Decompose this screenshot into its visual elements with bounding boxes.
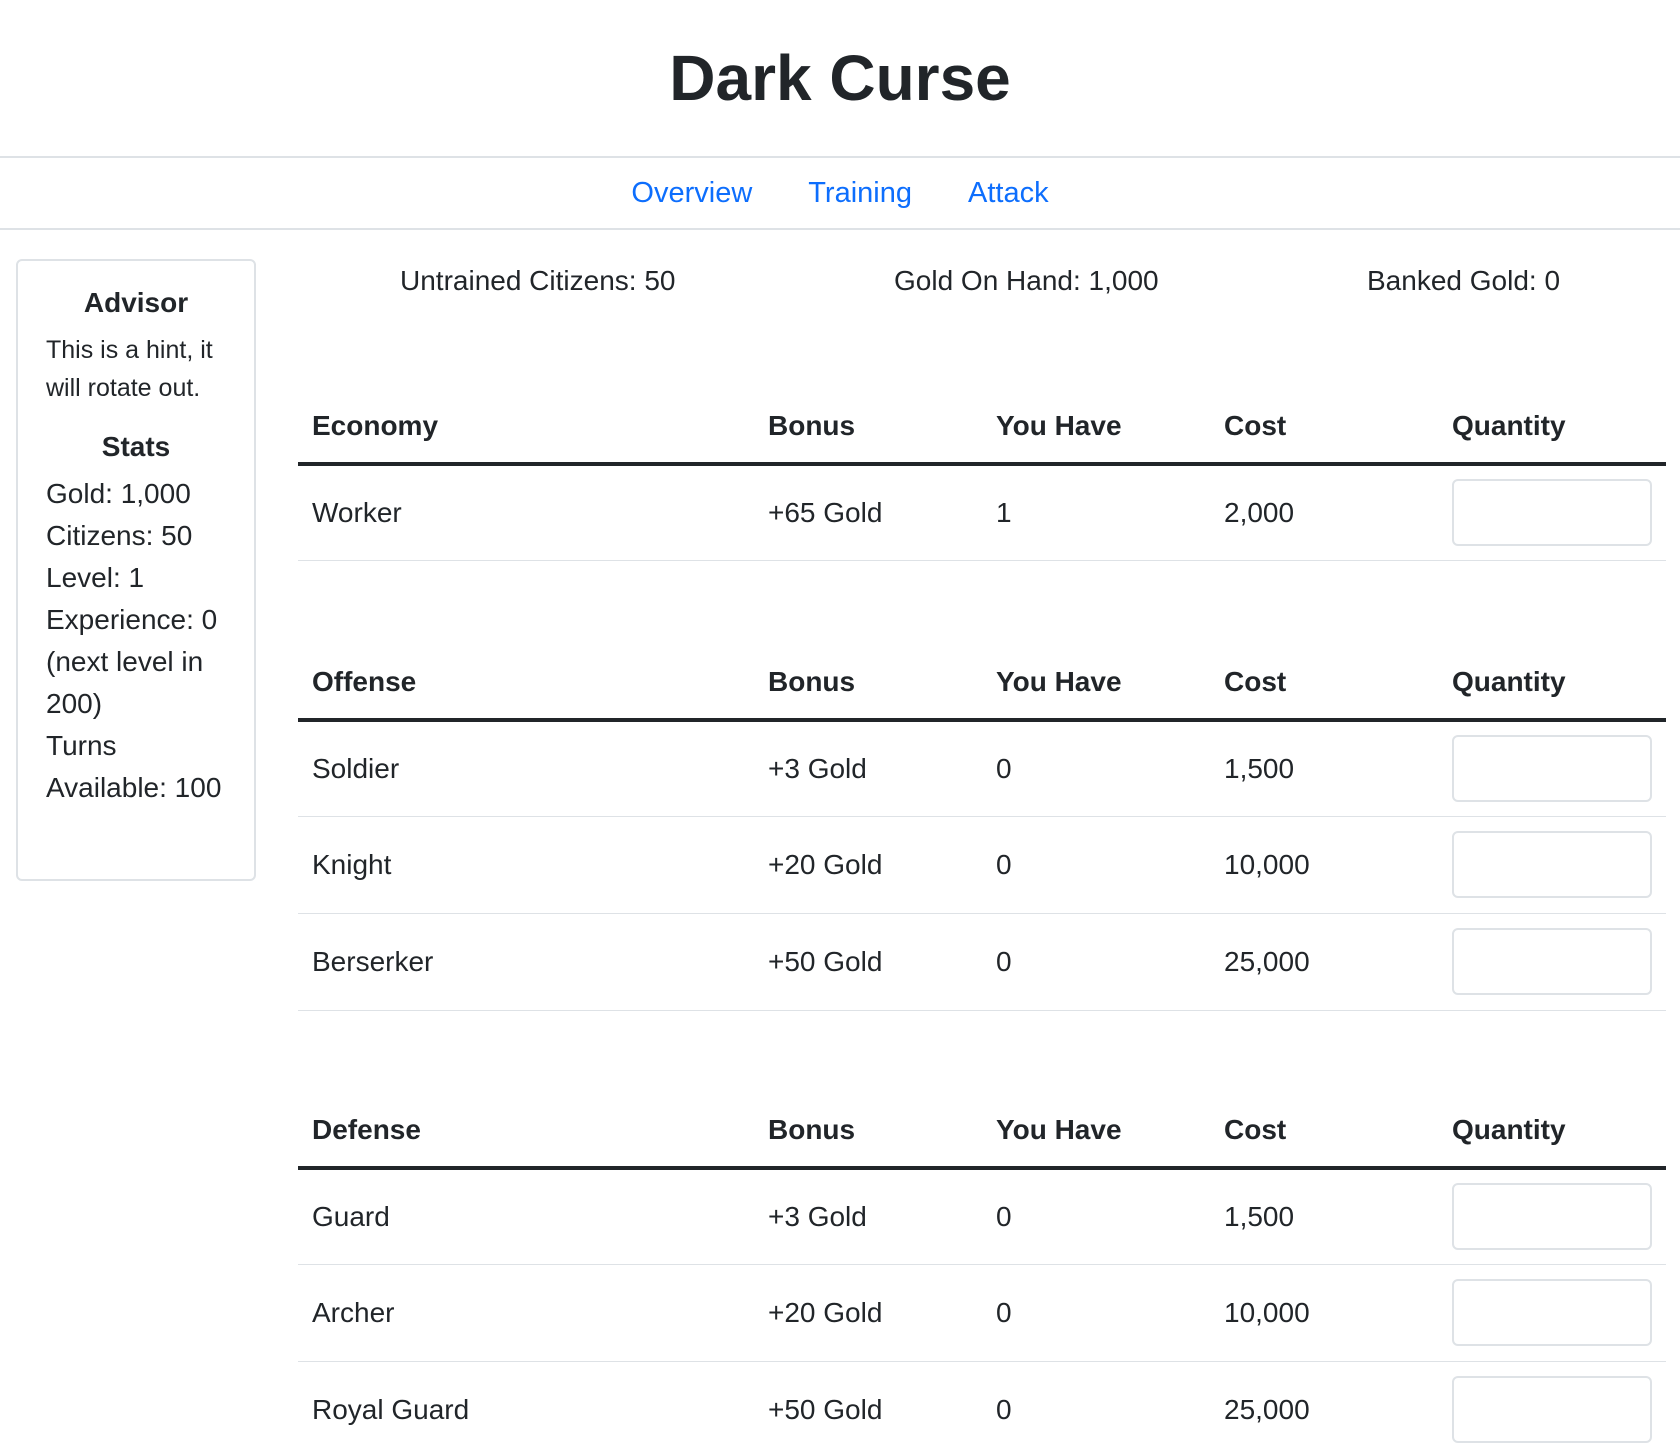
unit-bonus: +20 Gold	[754, 1264, 982, 1362]
quantity-input[interactable]	[1452, 1183, 1652, 1251]
unit-count: 0	[982, 816, 1210, 914]
table-row: Soldier +3 Gold 0 1,500	[298, 720, 1666, 817]
unit-name: Knight	[298, 816, 754, 914]
unit-count: 0	[982, 1168, 1210, 1265]
bonus-header: Bonus	[754, 646, 982, 722]
nav-overview-link[interactable]: Overview	[631, 177, 752, 210]
quantity-header: Quantity	[1438, 390, 1666, 466]
main-nav: Overview Training Attack	[0, 158, 1680, 230]
unit-bonus: +50 Gold	[754, 913, 982, 1011]
unit-cost: 10,000	[1210, 1264, 1438, 1362]
unit-cost: 25,000	[1210, 913, 1438, 1011]
stat-turns: Turns Available: 100	[46, 730, 222, 803]
unit-bonus: +3 Gold	[754, 1168, 982, 1265]
unit-bonus: +50 Gold	[754, 1361, 982, 1452]
unit-cost: 2,000	[1210, 464, 1438, 561]
nav-attack-link[interactable]: Attack	[968, 177, 1049, 210]
app-title: Dark Curse	[669, 42, 1011, 114]
stat-experience: Experience: 0 (next level in 200)	[46, 604, 218, 719]
defense-heading: Defense	[298, 1094, 754, 1170]
you-have-header: You Have	[982, 390, 1210, 466]
you-have-header: You Have	[982, 646, 1210, 722]
you-have-header: You Have	[982, 1094, 1210, 1170]
advisor-heading: Advisor	[83, 287, 189, 318]
unit-name: Guard	[298, 1168, 754, 1265]
unit-bonus: +65 Gold	[754, 464, 982, 561]
unit-bonus: +20 Gold	[754, 816, 982, 914]
bonus-header: Bonus	[754, 1094, 982, 1170]
unit-bonus: +3 Gold	[754, 720, 982, 817]
gold-on-hand: Gold On Hand: 1,000	[894, 265, 1159, 296]
cost-header: Cost	[1210, 390, 1438, 466]
quantity-input[interactable]	[1452, 479, 1652, 547]
quantity-input[interactable]	[1452, 831, 1652, 898]
quantity-input[interactable]	[1452, 735, 1652, 803]
quantity-input[interactable]	[1452, 928, 1652, 995]
unit-name: Archer	[298, 1264, 754, 1362]
unit-cost: 1,500	[1210, 720, 1438, 817]
table-row: Archer +20 Gold 0 10,000	[298, 1264, 1666, 1362]
table-row: Guard +3 Gold 0 1,500	[298, 1168, 1666, 1265]
unit-name: Soldier	[298, 720, 754, 817]
quantity-header: Quantity	[1438, 646, 1666, 722]
advisor-hint: This is a hint, it will rotate out.	[46, 336, 213, 402]
unit-count: 1	[982, 464, 1210, 561]
unit-cost: 10,000	[1210, 816, 1438, 914]
quantity-input[interactable]	[1452, 1279, 1652, 1346]
untrained-citizens: Untrained Citizens: 50	[400, 265, 676, 296]
stat-level: Level: 1	[46, 562, 145, 593]
economy-heading: Economy	[298, 390, 754, 466]
table-row: Knight +20 Gold 0 10,000	[298, 816, 1666, 914]
unit-name: Royal Guard	[298, 1361, 754, 1452]
unit-cost: 25,000	[1210, 1361, 1438, 1452]
bonus-header: Bonus	[754, 390, 982, 466]
unit-count: 0	[982, 720, 1210, 817]
page-header: Dark Curse	[0, 0, 1680, 158]
cost-header: Cost	[1210, 1094, 1438, 1170]
economy-table: Economy Bonus You Have Cost Quantity Wor…	[298, 390, 1666, 561]
stats-heading: Stats	[101, 431, 171, 462]
quantity-header: Quantity	[1438, 1094, 1666, 1170]
table-row: Berserker +50 Gold 0 25,000	[298, 913, 1666, 1011]
unit-cost: 1,500	[1210, 1168, 1438, 1265]
table-row: Worker +65 Gold 1 2,000	[298, 464, 1666, 561]
unit-name: Berserker	[298, 913, 754, 1011]
unit-count: 0	[982, 1264, 1210, 1362]
table-row: Royal Guard +50 Gold 0 25,000	[298, 1361, 1666, 1452]
unit-count: 0	[982, 1361, 1210, 1452]
cost-header: Cost	[1210, 646, 1438, 722]
unit-name: Worker	[298, 464, 754, 561]
defense-table: Defense Bonus You Have Cost Quantity Gua…	[298, 1094, 1666, 1452]
sidebar-card: Advisor This is a hint, it will rotate o…	[16, 259, 256, 881]
resource-summary: Untrained Citizens: 50 Gold On Hand: 1,0…	[298, 265, 1680, 305]
offense-heading: Offense	[298, 646, 754, 722]
stat-citizens: Citizens: 50	[46, 520, 193, 551]
quantity-input[interactable]	[1452, 1376, 1652, 1443]
unit-count: 0	[982, 913, 1210, 1011]
offense-table: Offense Bonus You Have Cost Quantity Sol…	[298, 646, 1666, 1011]
stat-gold: Gold: 1,000	[46, 478, 191, 509]
nav-training-link[interactable]: Training	[808, 177, 912, 210]
banked-gold: Banked Gold: 0	[1367, 265, 1561, 296]
